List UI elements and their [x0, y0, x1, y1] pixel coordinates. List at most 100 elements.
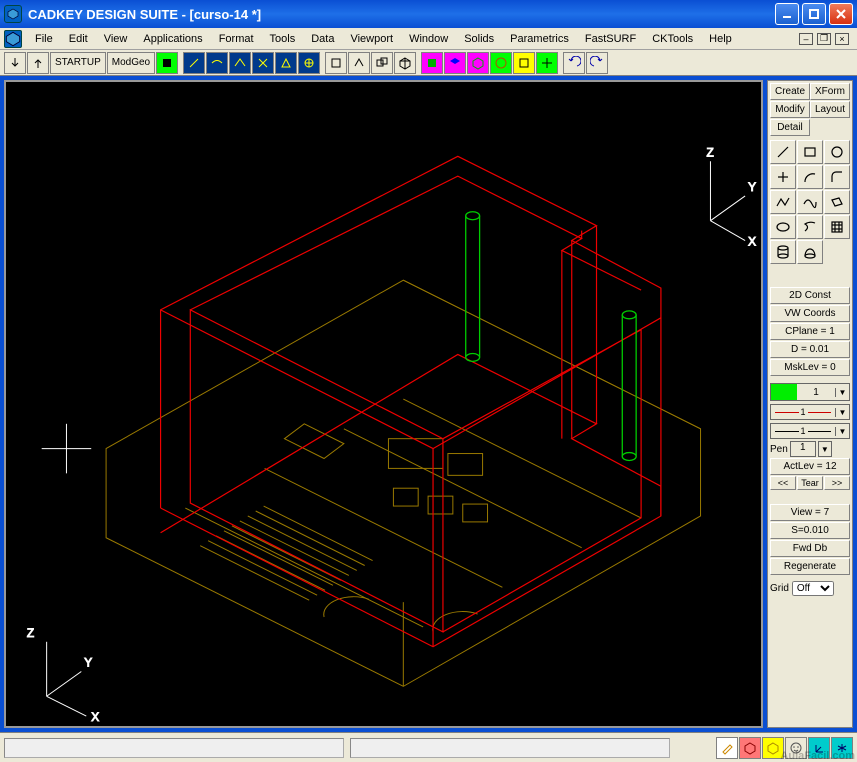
- tab-layout[interactable]: Layout: [810, 101, 850, 118]
- svg-text:Z: Z: [27, 626, 34, 640]
- tool-blend-icon[interactable]: [206, 52, 228, 74]
- menu-help[interactable]: Help: [702, 31, 739, 47]
- tool-point-icon[interactable]: [770, 165, 796, 189]
- tab-create[interactable]: Create: [770, 83, 810, 100]
- tool-rect-icon[interactable]: [797, 140, 823, 164]
- fwddb-button[interactable]: Fwd Db: [770, 540, 850, 557]
- doc-restore-button[interactable]: ❐: [817, 33, 831, 45]
- axis-x-label: X: [748, 234, 756, 248]
- arrow-down-button[interactable]: [4, 52, 26, 74]
- menu-data[interactable]: Data: [304, 31, 341, 47]
- tool-polyline-icon[interactable]: [770, 190, 796, 214]
- menu-cktools[interactable]: CKTools: [645, 31, 700, 47]
- view-button[interactable]: View = 7: [770, 504, 850, 521]
- view-top-icon[interactable]: [348, 52, 370, 74]
- orbit-icon[interactable]: [490, 52, 512, 74]
- d-button[interactable]: D = 0.01: [770, 341, 850, 358]
- tear-prev-button[interactable]: <<: [770, 476, 796, 490]
- menubar: File Edit View Applications Format Tools…: [0, 28, 857, 50]
- linetype-selector[interactable]: 1▼: [770, 404, 850, 420]
- viewport[interactable]: Z X Y Z X Y: [4, 80, 763, 728]
- undo-button[interactable]: [563, 52, 585, 74]
- tool-plane-icon[interactable]: [824, 190, 850, 214]
- tear-next-button[interactable]: >>: [824, 476, 850, 490]
- regenerate-button[interactable]: Regenerate: [770, 558, 850, 575]
- tool-line-icon[interactable]: [770, 140, 796, 164]
- color-selector[interactable]: 1▼: [770, 383, 850, 401]
- doc-close-button[interactable]: ×: [835, 33, 849, 45]
- menu-parametrics[interactable]: Parametrics: [503, 31, 576, 47]
- startup-button[interactable]: STARTUP: [50, 52, 106, 74]
- 2d-const-button[interactable]: 2D Const: [770, 287, 850, 304]
- tool-wand-icon[interactable]: [183, 52, 205, 74]
- menu-solids[interactable]: Solids: [457, 31, 501, 47]
- tool-fillet-icon[interactable]: [824, 165, 850, 189]
- menu-viewport[interactable]: Viewport: [343, 31, 400, 47]
- view-iso-icon[interactable]: [394, 52, 416, 74]
- tool-helix-icon[interactable]: [797, 215, 823, 239]
- status-pane-2: [350, 738, 670, 758]
- actlev-button[interactable]: ActLev = 12: [770, 458, 850, 475]
- pen-input[interactable]: 1: [790, 441, 816, 457]
- app-icon: [4, 5, 22, 23]
- tool-spline-icon[interactable]: [797, 190, 823, 214]
- menu-applications[interactable]: Applications: [136, 31, 209, 47]
- tool-edge-icon[interactable]: [275, 52, 297, 74]
- close-button[interactable]: [829, 3, 853, 25]
- lineweight-selector[interactable]: 1▼: [770, 423, 850, 439]
- shade-wire-icon[interactable]: [444, 52, 466, 74]
- tool-circle-icon[interactable]: [824, 140, 850, 164]
- axis-y-label: Y: [748, 180, 756, 194]
- vw-coords-button[interactable]: VW Coords: [770, 305, 850, 322]
- cplane-button[interactable]: CPlane = 1: [770, 323, 850, 340]
- minimize-button[interactable]: [775, 3, 799, 25]
- tool-cross-icon[interactable]: [252, 52, 274, 74]
- tool-hatch-icon[interactable]: [824, 215, 850, 239]
- zoom-all-icon[interactable]: [513, 52, 535, 74]
- grid-select[interactable]: Off: [792, 581, 834, 596]
- watermark: AulaFacil.com: [780, 750, 855, 762]
- shade-flat-icon[interactable]: [421, 52, 443, 74]
- menu-edit[interactable]: Edit: [62, 31, 95, 47]
- titlebar: CADKEY DESIGN SUITE - [curso-14 *]: [0, 0, 857, 28]
- tool-cylinder-icon[interactable]: [770, 240, 796, 264]
- status-cube-red-icon[interactable]: [739, 737, 761, 759]
- pen-dropdown[interactable]: ▼: [818, 441, 832, 457]
- tool-arc-icon[interactable]: [797, 165, 823, 189]
- tool-ellipse-icon[interactable]: [770, 215, 796, 239]
- doc-minimize-button[interactable]: –: [799, 33, 813, 45]
- svg-text:Y: Y: [84, 656, 92, 670]
- modgeo-button[interactable]: ModGeo: [107, 52, 155, 74]
- menu-tools[interactable]: Tools: [263, 31, 303, 47]
- tab-detail[interactable]: Detail: [770, 119, 810, 136]
- shade-hidden-icon[interactable]: [467, 52, 489, 74]
- msklev-button[interactable]: MskLev = 0: [770, 359, 850, 376]
- tab-modify[interactable]: Modify: [770, 101, 810, 118]
- arrow-up-button[interactable]: [27, 52, 49, 74]
- tear-button[interactable]: Tear: [797, 476, 823, 490]
- menu-format[interactable]: Format: [212, 31, 261, 47]
- view-side-icon[interactable]: [371, 52, 393, 74]
- tool-wire-icon[interactable]: [298, 52, 320, 74]
- view-front-icon[interactable]: [325, 52, 347, 74]
- window-title: CADKEY DESIGN SUITE - [curso-14 *]: [28, 7, 775, 22]
- side-panel: Create XForm Modify Layout Detail: [767, 80, 853, 728]
- axis-z-label: Z: [706, 145, 713, 159]
- grid-label: Grid: [770, 583, 789, 594]
- redo-button[interactable]: [586, 52, 608, 74]
- pan-icon[interactable]: [536, 52, 558, 74]
- svg-text:X: X: [91, 710, 99, 724]
- tool-dome-icon[interactable]: [797, 240, 823, 264]
- menu-file[interactable]: File: [28, 31, 60, 47]
- tool-sweep-icon[interactable]: [229, 52, 251, 74]
- tab-xform[interactable]: XForm: [810, 83, 850, 100]
- tool-grid: [770, 140, 850, 264]
- menu-view[interactable]: View: [97, 31, 135, 47]
- maximize-button[interactable]: [802, 3, 826, 25]
- status-pane-1: [4, 738, 344, 758]
- status-pencil-icon[interactable]: [716, 737, 738, 759]
- tool-cube-icon[interactable]: [156, 52, 178, 74]
- menu-window[interactable]: Window: [402, 31, 455, 47]
- menu-fastsurf[interactable]: FastSURF: [578, 31, 643, 47]
- scale-button[interactable]: S=0.010: [770, 522, 850, 539]
